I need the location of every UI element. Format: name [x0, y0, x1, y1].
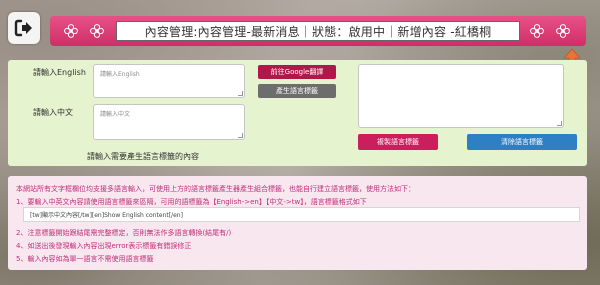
flower-icon: [64, 24, 78, 38]
instruction-line-4: 4、如送出後發現輸入內容出現error表示標籤有錯誤修正: [16, 242, 192, 250]
resize-handle-icon[interactable]: [557, 121, 562, 126]
copy-tag-button[interactable]: 複製語言標籤: [358, 134, 438, 150]
english-label: 請輸入English: [33, 68, 86, 77]
chinese-placeholder: 請輸入中文: [100, 111, 131, 118]
title-bar: 內容管理:內容管理-最新消息｜狀態：啟用中｜新增內容 -紅橋桐: [50, 16, 586, 46]
instruction-line-5: 5、輸入內容如為單一語言不需使用語言標籤: [16, 255, 154, 263]
page-title: 內容管理:內容管理-最新消息｜狀態：啟用中｜新增內容 -紅橋桐: [116, 21, 520, 41]
instruction-line-1: 1、要輸入中英文內容請使用語言標籤來區隔，可用的語標籤為【English->en…: [16, 198, 367, 206]
resize-handle-icon[interactable]: [238, 91, 243, 96]
flower-icon: [90, 24, 104, 38]
chinese-label: 請輸入中文: [33, 108, 73, 117]
flower-icon: [530, 24, 544, 38]
english-placeholder: 請輸入English: [100, 71, 140, 78]
usage-instructions: 本網站所有文字框欄位均支援多語言輸入，可使用上方的語言標籤產生器產生組合標籤，也…: [8, 176, 587, 270]
tag-prompt: 請輸入需要產生語言標籤的內容: [87, 152, 199, 161]
resize-handle-icon[interactable]: [238, 133, 243, 138]
english-field[interactable]: 請輸入English: [93, 64, 245, 98]
clear-tag-button[interactable]: 清除語言標籤: [467, 134, 577, 150]
tag-example: [tw]顯示中文內容[/tw][en]Show English content[…: [23, 207, 580, 222]
exit-button[interactable]: [8, 12, 40, 44]
exit-icon: [14, 19, 32, 37]
google-translate-button[interactable]: 前往Google翻譯: [258, 65, 336, 79]
chinese-field[interactable]: 請輸入中文: [93, 104, 245, 140]
generate-tag-button[interactable]: 產生語言標籤: [258, 84, 336, 98]
instruction-line-2: 2、注意標籤開始跟結尾需完整標定，否則無法作多語言轉換(結尾有/): [16, 229, 232, 237]
language-tag-generator: 請輸入English 請輸入English 請輸入中文 請輸入中文 前往Goog…: [8, 60, 587, 166]
flower-icon: [556, 24, 570, 38]
tag-output-field[interactable]: [358, 64, 564, 128]
instructions-intro: 本網站所有文字框欄位均支援多語言輸入，可使用上方的語言標籤產生器產生組合標籤，也…: [16, 185, 415, 193]
